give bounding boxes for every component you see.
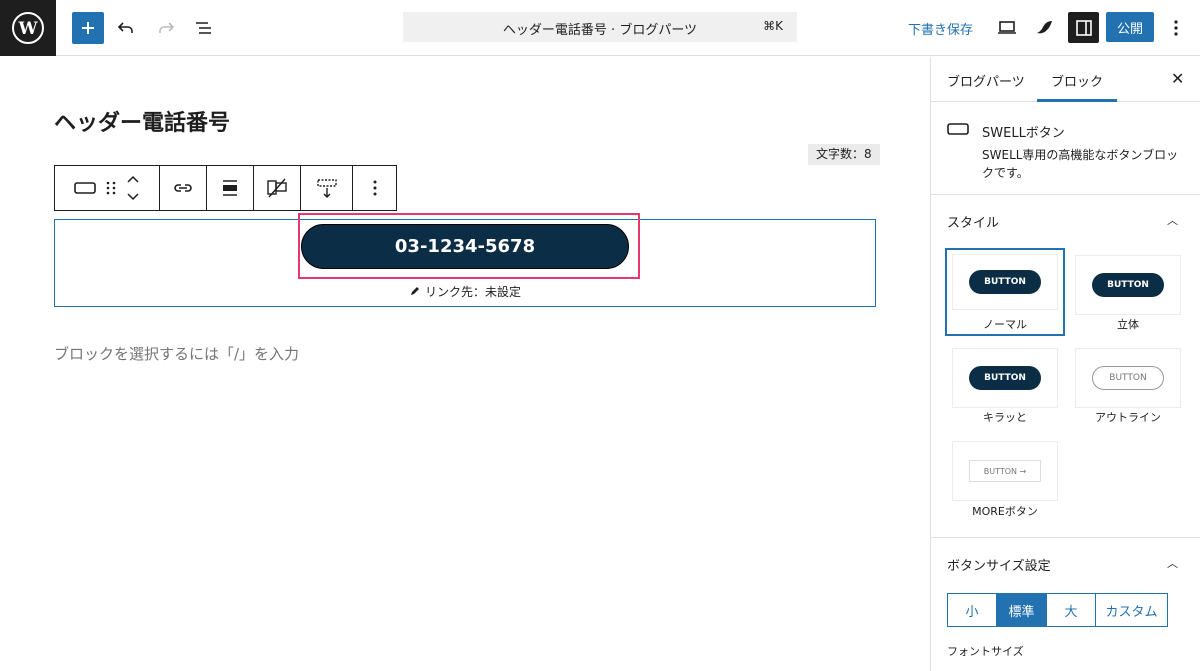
size-option-small[interactable]: 小 <box>948 594 997 626</box>
close-icon[interactable]: ✕ <box>1171 69 1184 88</box>
block-type-group <box>55 166 160 210</box>
sidebar-icon <box>1075 19 1092 36</box>
redo-button[interactable] <box>152 12 180 44</box>
more-vertical-icon <box>373 180 376 196</box>
sidebar-tabs: ブログパーツ ブロック ✕ <box>931 57 1200 102</box>
size-option-standard[interactable]: 標準 <box>997 594 1047 626</box>
document-title: ヘッダー電話番号 · ブログパーツ <box>502 23 698 38</box>
settings-sidebar: ブログパーツ ブロック ✕ SWELLボタン SWELL専用の高機能なボタンブロ… <box>930 57 1200 671</box>
style-label-more: MOREボタン <box>972 505 1038 518</box>
style-section-title[interactable]: スタイル <box>947 212 999 231</box>
style-label-outline: アウトライン <box>1095 411 1161 424</box>
link-target-text: リンク先：未設定 <box>424 285 521 299</box>
chevron-up-icon[interactable]: ︿ <box>1167 555 1178 571</box>
style-preview: BUTTON <box>969 366 1041 390</box>
style-preview: BUTTON <box>1092 366 1164 390</box>
section-divider <box>931 537 1200 538</box>
laptop-icon <box>998 21 1016 34</box>
link-tool[interactable] <box>160 166 207 210</box>
swell-plugin-button[interactable] <box>1032 12 1058 44</box>
list-view-icon <box>196 22 211 34</box>
plus-icon <box>82 22 94 34</box>
style-preview: BUTTON <box>969 270 1041 294</box>
swell-logo-icon <box>1037 21 1052 34</box>
button-block-icon <box>947 123 969 135</box>
style-preview: BUTTON <box>1092 273 1164 297</box>
style-label-normal: ノーマル <box>983 318 1027 331</box>
document-overview-button[interactable] <box>190 12 218 44</box>
drag-handle-icon[interactable] <box>106 181 116 195</box>
options-menu-button[interactable] <box>1164 12 1188 44</box>
preview-button[interactable] <box>994 12 1020 44</box>
size-section-title[interactable]: ボタンサイズ設定 <box>947 555 1051 574</box>
device-visibility-tool[interactable] <box>254 166 301 210</box>
align-tool[interactable] <box>207 166 254 210</box>
style-preview: BUTTON → <box>969 460 1041 482</box>
phone-number-button[interactable]: 03-1234-5678 <box>301 224 629 269</box>
style-label-3d: 立体 <box>1117 318 1139 331</box>
pencil-icon <box>410 287 419 295</box>
settings-toggle-button[interactable] <box>1068 12 1099 43</box>
link-target-info[interactable]: リンク先：未設定 <box>55 283 875 300</box>
device-hide-icon <box>267 178 287 198</box>
style-label-shine: キラッと <box>983 411 1027 424</box>
page-title[interactable]: ヘッダー電話番号 <box>54 105 230 137</box>
save-draft-button[interactable]: 下書き保存 <box>908 19 973 38</box>
tab-block[interactable]: ブロック <box>1051 71 1103 90</box>
undo-icon <box>117 22 133 33</box>
size-options: 小 標準 大 カスタム <box>947 593 1168 627</box>
redo-icon <box>159 22 175 33</box>
move-up-down-icon[interactable] <box>126 174 140 202</box>
style-option-3d[interactable]: BUTTON <box>1075 255 1181 315</box>
undo-button[interactable] <box>112 12 140 44</box>
top-toolbar: W ヘッダー電話番号 · ブログパーツ ⌘K 下書き保存 公開 <box>0 0 1200 56</box>
publish-button[interactable]: 公開 <box>1106 12 1154 42</box>
block-name: SWELLボタン <box>982 126 1065 141</box>
command-palette-bar[interactable]: ヘッダー電話番号 · ブログパーツ ⌘K <box>403 12 797 42</box>
block-description: SWELL専用の高機能なボタンブロックです。 <box>982 148 1179 180</box>
editor-canvas[interactable]: ヘッダー電話番号 文字数：8 03-1234-5678 リンク先：未設定 ブロッ… <box>0 57 930 671</box>
char-count-badge: 文字数：8 <box>808 144 880 165</box>
margin-spacing-icon <box>316 179 337 198</box>
block-card: SWELLボタン SWELL専用の高機能なボタンブロックです。 <box>931 102 1200 195</box>
font-size-label: フォントサイズ <box>947 645 1024 658</box>
style-option-outline[interactable]: BUTTON <box>1075 348 1181 408</box>
chevron-up-icon[interactable]: ︿ <box>1167 212 1178 228</box>
add-block-button[interactable] <box>72 12 104 44</box>
block-options-button[interactable] <box>353 166 396 210</box>
swell-button-block[interactable]: 03-1234-5678 リンク先：未設定 <box>54 213 876 307</box>
style-option-more[interactable]: BUTTON → <box>952 441 1058 501</box>
link-icon <box>174 184 192 192</box>
spacing-tool[interactable] <box>301 166 353 210</box>
size-option-custom[interactable]: カスタム <box>1096 594 1167 626</box>
align-center-icon <box>223 180 237 196</box>
tab-blog-parts[interactable]: ブログパーツ <box>947 71 1025 90</box>
svg-text:W: W <box>17 19 38 39</box>
button-block-icon[interactable] <box>74 181 96 195</box>
shortcut-hint: ⌘K <box>763 19 783 33</box>
size-option-large[interactable]: 大 <box>1047 594 1096 626</box>
block-appender-placeholder[interactable]: ブロックを選択するには「/」を入力 <box>54 343 299 364</box>
wordpress-logo-icon[interactable]: W <box>0 0 56 56</box>
style-option-shine[interactable]: BUTTON <box>952 348 1058 408</box>
more-vertical-icon <box>1174 20 1178 36</box>
block-toolbar <box>54 165 397 211</box>
